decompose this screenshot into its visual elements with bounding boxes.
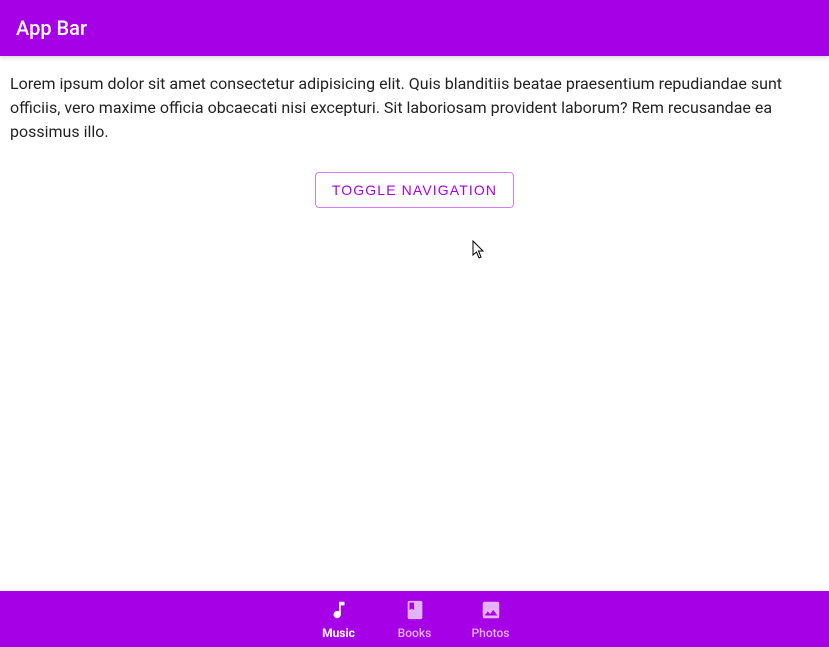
body-text: Lorem ipsum dolor sit amet consectetur a… <box>10 72 819 144</box>
bottom-navigation: Music Books Photos <box>0 591 829 647</box>
app-bar-title: App Bar <box>16 16 87 40</box>
book-icon <box>404 599 426 625</box>
mouse-cursor <box>472 240 488 264</box>
main-content: Lorem ipsum dolor sit amet consectetur a… <box>0 56 829 208</box>
nav-item-books[interactable]: Books <box>377 591 453 647</box>
nav-item-music[interactable]: Music <box>301 591 377 647</box>
image-icon <box>480 599 502 625</box>
nav-item-label: Books <box>398 627 432 639</box>
nav-item-label: Photos <box>472 627 510 639</box>
toggle-row: Toggle Navigation <box>10 172 819 208</box>
nav-item-photos[interactable]: Photos <box>453 591 529 647</box>
app-bar: App Bar <box>0 0 829 56</box>
toggle-navigation-button[interactable]: Toggle Navigation <box>315 172 514 208</box>
music-note-icon <box>328 599 350 625</box>
nav-item-label: Music <box>322 627 355 639</box>
